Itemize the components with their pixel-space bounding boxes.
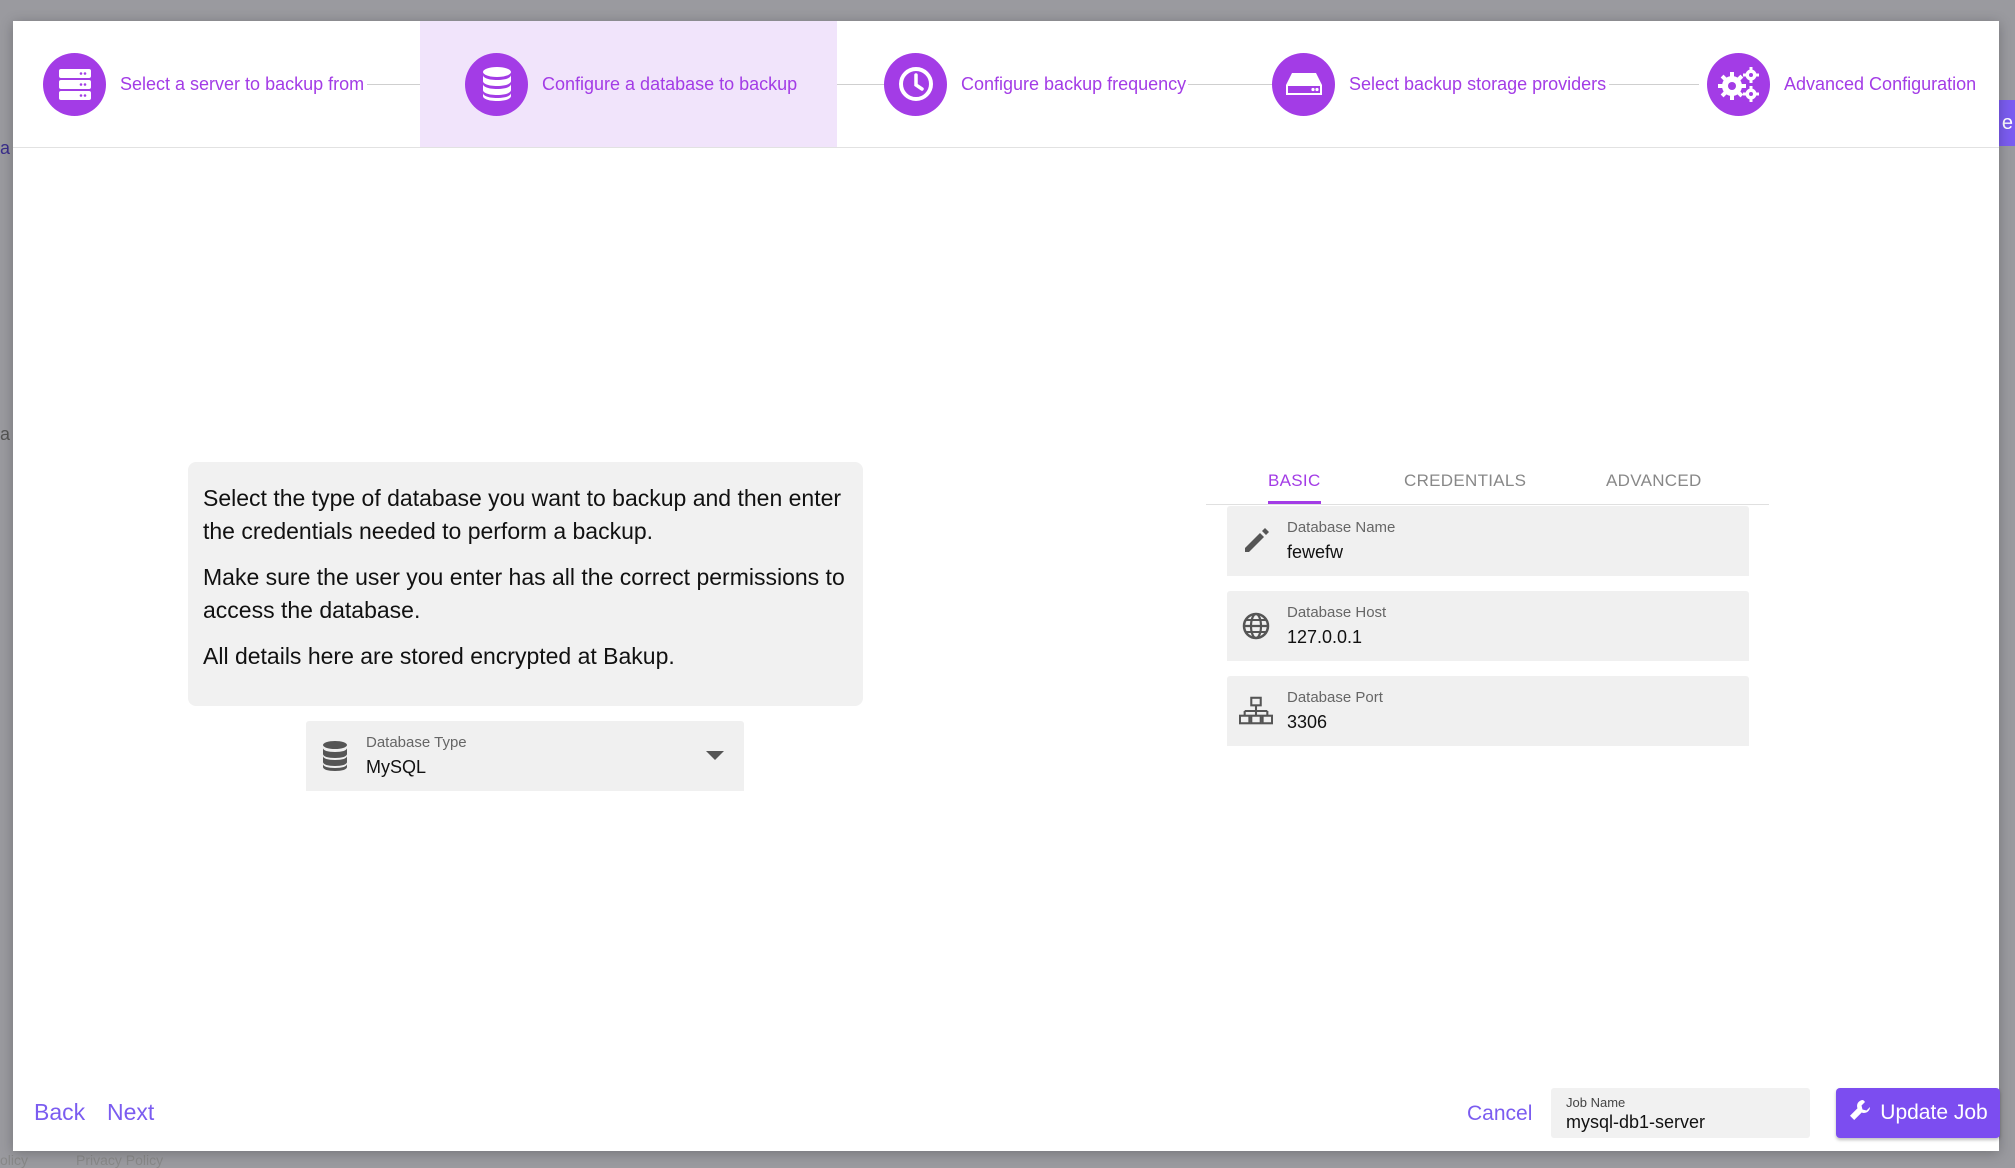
step-label: Configure backup frequency — [961, 73, 1187, 94]
pencil-icon — [1239, 524, 1273, 558]
database-name-field[interactable]: Database Name fewefw — [1227, 506, 1749, 576]
database-host-field[interactable]: Database Host 127.0.0.1 — [1227, 591, 1749, 661]
back-button[interactable]: Back — [34, 1099, 85, 1126]
step-label: Select a server to backup from — [120, 73, 365, 94]
update-job-button[interactable]: Update Job — [1836, 1088, 2000, 1138]
background-privacy-link: Privacy Policy — [76, 1154, 164, 1168]
database-type-select[interactable]: Database Type MySQL — [306, 721, 744, 791]
background-text-fragment: a — [0, 424, 11, 444]
background-footer: olicy Privacy Policy — [0, 1154, 2015, 1168]
cancel-button[interactable]: Cancel — [1467, 1102, 1532, 1126]
field-label: Database Host — [1287, 604, 1387, 621]
step-backup-frequency[interactable]: Configure backup frequency — [884, 21, 1186, 147]
database-port-field[interactable]: Database Port 3306 — [1227, 676, 1749, 746]
step-connector — [1188, 84, 1273, 85]
tab-basic[interactable]: BASIC — [1268, 471, 1321, 504]
database-icon — [318, 739, 352, 773]
field-value: fewefw — [1287, 542, 1344, 562]
field-value: 3306 — [1287, 712, 1328, 732]
field-label: Database Port — [1287, 689, 1383, 706]
info-panel: Select the type of database you want to … — [188, 462, 863, 706]
update-job-label: Update Job — [1880, 1101, 1988, 1124]
storage-drive-icon — [1272, 52, 1335, 116]
wrench-icon — [1848, 1098, 1872, 1128]
database-icon — [465, 52, 528, 116]
edit-job-modal: Select a server to backup from Configure… — [13, 21, 2000, 1151]
step-advanced-configuration[interactable]: Advanced Configuration — [1707, 21, 1976, 147]
next-button[interactable]: Next — [107, 1099, 154, 1126]
server-icon — [43, 52, 106, 116]
clock-icon — [884, 52, 947, 116]
network-icon — [1239, 694, 1273, 728]
database-settings-tabs: BASIC CREDENTIALS ADVANCED — [1206, 451, 1769, 505]
job-name-field[interactable]: Job Name mysql-db1-server — [1551, 1088, 1810, 1138]
step-connector — [1609, 84, 1699, 85]
background-text-fragment: a — [0, 138, 11, 158]
field-label: Job Name — [1566, 1095, 1626, 1110]
step-select-server[interactable]: Select a server to backup from — [43, 21, 364, 147]
tab-credentials[interactable]: CREDENTIALS — [1404, 471, 1526, 501]
step-label: Advanced Configuration — [1784, 73, 1977, 94]
field-label: Database Type — [366, 734, 467, 751]
tab-advanced[interactable]: ADVANCED — [1606, 471, 1702, 501]
gears-icon — [1707, 52, 1770, 116]
field-value: 127.0.0.1 — [1287, 627, 1363, 647]
info-paragraph: Select the type of database you want to … — [203, 485, 842, 544]
info-paragraph: Make sure the user you enter has all the… — [203, 564, 845, 623]
wizard-stepper: Select a server to backup from Configure… — [13, 21, 1999, 148]
field-label: Database Name — [1287, 519, 1396, 536]
field-value: MySQL — [366, 757, 427, 777]
background-footer-link: olicy — [0, 1154, 29, 1168]
chevron-down-icon — [706, 751, 724, 760]
step-label: Select backup storage providers — [1349, 73, 1607, 94]
step-storage-providers[interactable]: Select backup storage providers — [1272, 21, 1606, 147]
info-paragraph: All details here are stored encrypted at… — [203, 643, 675, 669]
step-configure-database[interactable]: Configure a database to backup — [420, 21, 837, 147]
field-value: mysql-db1-server — [1566, 1112, 1706, 1132]
globe-icon — [1239, 609, 1273, 643]
step-label: Configure a database to backup — [542, 73, 798, 94]
